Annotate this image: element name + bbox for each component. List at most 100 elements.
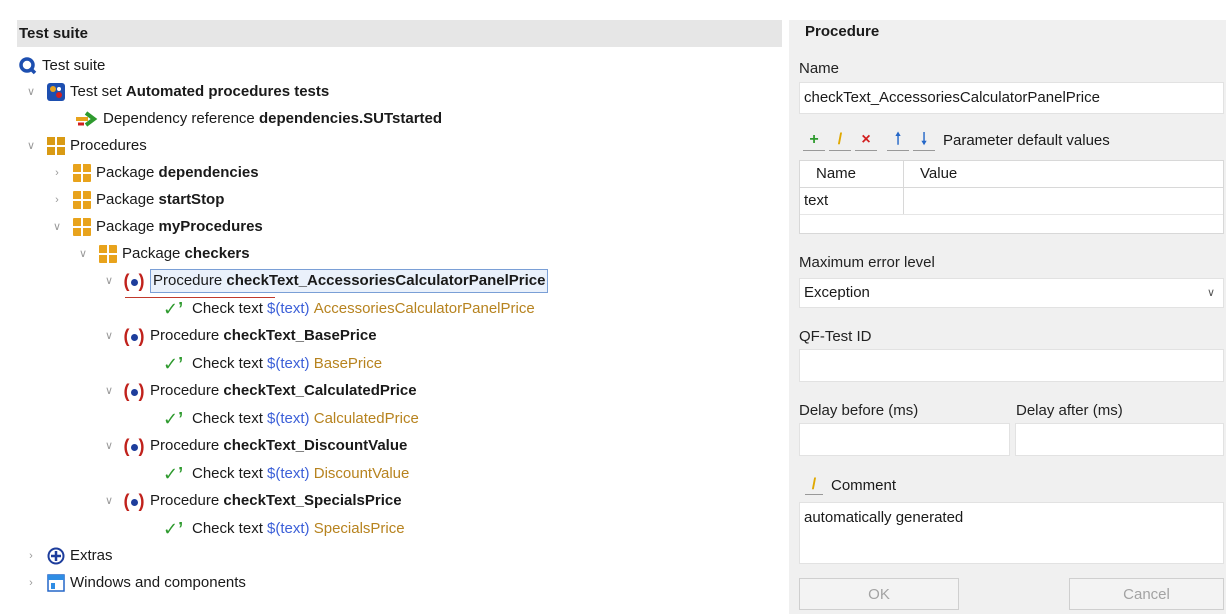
tree-node-check-text[interactable]: ✓’ Check text $(text) BasePrice — [163, 351, 382, 377]
check-text-icon: ✓’ — [163, 409, 184, 429]
check-prefix: Check text — [192, 520, 263, 537]
tree-node-name: dependencies — [158, 164, 259, 181]
tree-node-name: startStop — [158, 191, 225, 208]
check-text-icon: ✓’ — [163, 299, 184, 319]
check-value: BasePrice — [313, 355, 383, 372]
chevron-right-icon[interactable]: › — [51, 187, 63, 213]
check-value: CalculatedPrice — [313, 410, 419, 427]
table-row[interactable]: text — [800, 188, 1223, 215]
move-up-icon[interactable]: 🠑 — [887, 130, 909, 151]
tree-node-procedures[interactable]: ∨ Procedures — [25, 133, 147, 159]
tree-node-prefix: Test set — [70, 83, 122, 100]
package-icon — [99, 245, 117, 263]
check-value: AccessoriesCalculatorPanelPrice — [313, 300, 535, 317]
chevron-down-icon[interactable]: ∨ — [25, 79, 37, 105]
delay-before-field[interactable] — [799, 423, 1010, 456]
edit-comment-icon[interactable]: / — [805, 476, 823, 495]
parameter-table[interactable]: Name Value text — [799, 160, 1224, 234]
chevron-down-icon[interactable]: ∨ — [25, 133, 37, 159]
column-header-name[interactable]: Name — [800, 161, 904, 187]
tree-node-dependency-reference[interactable]: Dependency reference dependencies.SUTsta… — [74, 106, 442, 132]
tree-node-check-text[interactable]: ✓’ Check text $(text) CalculatedPrice — [163, 406, 419, 432]
tree-node-check-text[interactable]: ✓’ Check text $(text) AccessoriesCalcula… — [163, 296, 535, 322]
procedure-icon: () — [123, 326, 145, 346]
tree-node-prefix: Dependency reference — [103, 110, 255, 127]
parameter-toolbar: + / × 🠑 🠓 Parameter default values — [803, 130, 1110, 151]
check-text-icon: ✓’ — [163, 354, 184, 374]
chevron-down-icon[interactable]: ∨ — [103, 488, 115, 514]
check-variable: $(text) — [267, 410, 310, 427]
chevron-down-icon[interactable]: ∨ — [77, 241, 89, 267]
name-field[interactable]: checkText_AccessoriesCalculatorPanelPric… — [799, 82, 1224, 114]
select-value: Exception — [804, 284, 870, 301]
tree-node-name: checkText_DiscountValue — [223, 437, 408, 454]
chevron-down-icon[interactable]: ∨ — [103, 323, 115, 349]
tree-node-label: Windows and components — [70, 574, 246, 591]
tree-node-windows-and-components[interactable]: › Windows and components — [25, 570, 246, 596]
tree-node-package-startstop[interactable]: › Package startStop — [51, 187, 224, 213]
procedure-icon: () — [123, 271, 145, 291]
parameter-label: Parameter default values — [943, 132, 1110, 149]
tree-node-procedure[interactable]: ∨ () Procedure checkText_CalculatedPrice — [103, 378, 417, 404]
delay-before-label: Delay before (ms) — [799, 402, 919, 419]
ok-button[interactable]: OK — [799, 578, 959, 610]
column-header-value[interactable]: Value — [904, 161, 957, 187]
tree-node-check-text[interactable]: ✓’ Check text $(text) SpecialsPrice — [163, 516, 405, 542]
panel-header: Test suite — [17, 20, 782, 47]
package-icon — [73, 218, 91, 236]
tree-node-prefix: Procedure — [153, 272, 223, 289]
tree-node-prefix: Package — [122, 245, 181, 262]
tree-node-test-set[interactable]: ∨ Test set Automated procedures tests — [25, 79, 329, 105]
check-variable: $(text) — [267, 520, 310, 537]
comment-header: / Comment — [805, 476, 896, 495]
tree-node-test-suite[interactable]: Test suite — [19, 53, 105, 79]
tree-node-prefix: Procedure — [150, 327, 220, 344]
check-prefix: Check text — [192, 300, 263, 317]
chevron-down-icon[interactable]: ∨ — [51, 214, 63, 240]
chevron-right-icon[interactable]: › — [51, 160, 63, 186]
check-prefix: Check text — [192, 355, 263, 372]
procedure-icon: () — [123, 491, 145, 511]
delay-after-field[interactable] — [1015, 423, 1224, 456]
name-label: Name — [799, 60, 840, 77]
chevron-right-icon[interactable]: › — [25, 570, 37, 596]
add-row-icon[interactable]: + — [803, 130, 825, 151]
tree-node-check-text[interactable]: ✓’ Check text $(text) DiscountValue — [163, 461, 409, 487]
tree-node-procedure[interactable]: ∨ () Procedure checkText_BasePrice — [103, 323, 377, 349]
procedures-icon — [47, 137, 65, 155]
tree-node-procedure[interactable]: ∨ () Procedure checkText_AccessoriesCalc… — [103, 268, 549, 294]
qf-test-id-field[interactable] — [799, 349, 1224, 382]
check-value: SpecialsPrice — [313, 520, 405, 537]
selected-node-label[interactable]: Procedure checkText_AccessoriesCalculato… — [150, 269, 549, 293]
extras-plus-icon — [47, 547, 65, 565]
cell-value[interactable] — [904, 188, 908, 214]
tree-node-package-myprocedures[interactable]: ∨ Package myProcedures — [51, 214, 263, 240]
move-down-icon[interactable]: 🠓 — [913, 130, 935, 151]
chevron-down-icon[interactable]: ∨ — [103, 433, 115, 459]
tree-node-label: Extras — [70, 547, 113, 564]
tree-node-extras[interactable]: › Extras — [25, 543, 113, 569]
max-error-label: Maximum error level — [799, 254, 935, 271]
tree-node-package-checkers[interactable]: ∨ Package checkers — [77, 241, 250, 267]
check-text-icon: ✓’ — [163, 519, 184, 539]
procedure-icon: () — [123, 436, 145, 456]
cell-name[interactable]: text — [800, 188, 904, 214]
max-error-select[interactable]: Exception ∨ — [799, 278, 1224, 308]
cancel-button[interactable]: Cancel — [1069, 578, 1224, 610]
delay-after-label: Delay after (ms) — [1016, 402, 1123, 419]
tree-node-prefix: Procedure — [150, 492, 220, 509]
tree-node-procedure[interactable]: ∨ () Procedure checkText_SpecialsPrice — [103, 488, 402, 514]
tree-node-label: Procedures — [70, 137, 147, 154]
chevron-right-icon[interactable]: › — [25, 543, 37, 569]
tree-node-package-dependencies[interactable]: › Package dependencies — [51, 160, 259, 186]
comment-field[interactable]: automatically generated — [799, 502, 1224, 564]
chevron-down-icon[interactable]: ∨ — [103, 378, 115, 404]
tree-node-name: checkText_BasePrice — [223, 327, 377, 344]
delete-row-icon[interactable]: × — [855, 130, 877, 151]
tree-node-name: Automated procedures tests — [125, 83, 330, 100]
edit-row-icon[interactable]: / — [829, 130, 851, 151]
chevron-down-icon: ∨ — [1206, 287, 1215, 299]
tree-node-procedure[interactable]: ∨ () Procedure checkText_DiscountValue — [103, 433, 407, 459]
tree-node-name: myProcedures — [158, 218, 263, 235]
chevron-down-icon[interactable]: ∨ — [103, 268, 115, 294]
